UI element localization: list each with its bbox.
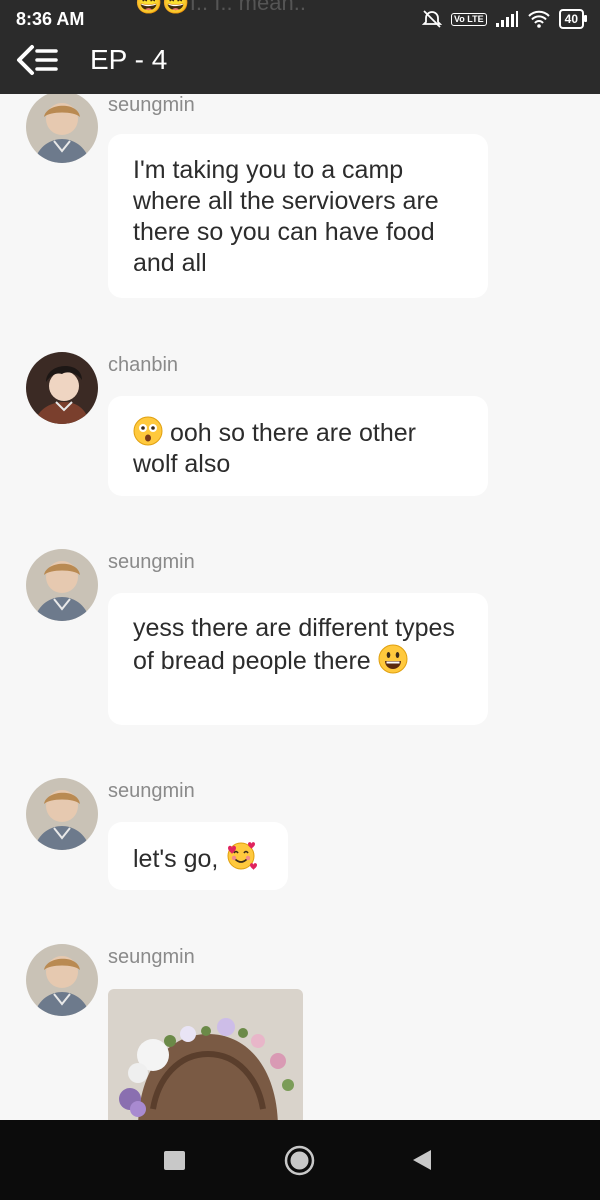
back-menu-button[interactable]: [14, 40, 62, 80]
page-title: EP - 4: [90, 44, 168, 75]
avatar-seungmin[interactable]: [26, 94, 98, 163]
message-bubble[interactable]: I'm taking you to a camp where all the s…: [108, 134, 488, 298]
sender-name: chanbin: [108, 354, 179, 376]
message-text: I'm taking you to a camp where all the s…: [133, 156, 439, 277]
message-text: let's go,: [133, 845, 219, 873]
avatar-seungmin[interactable]: [26, 549, 98, 621]
flower-crown-photo[interactable]: [108, 989, 303, 1120]
alarm-off-icon: [421, 8, 443, 30]
signal-icon: [495, 10, 519, 28]
home-icon: [284, 1145, 315, 1176]
battery-icon: 40: [558, 9, 588, 29]
chat-area[interactable]: seungmin I'm taking you to a camp where …: [0, 94, 600, 1120]
back-nav-button[interactable]: [412, 1149, 432, 1176]
sender-name: seungmin: [108, 551, 195, 573]
status-time: 8:36 AM: [16, 9, 85, 29]
message-bubble[interactable]: let's go,: [108, 822, 288, 890]
message-text: ooh so there are other wolf also: [133, 419, 416, 478]
back-menu-icon: [17, 45, 58, 75]
app-header: 😄😄I.. I.. mean.. 8:36 AM Vo LTE 40 EP - …: [0, 0, 600, 94]
system-nav-bar: [0, 1120, 600, 1200]
grinning-face-emoji: [378, 644, 408, 674]
wifi-icon: [527, 9, 551, 29]
message-bubble[interactable]: yess there are different types of bread …: [108, 593, 488, 725]
home-button[interactable]: [284, 1145, 315, 1181]
astonished-face-emoji: [133, 416, 163, 446]
message-bubble[interactable]: ooh so there are other wolf also: [108, 396, 488, 496]
avatar-seungmin[interactable]: [26, 944, 98, 1016]
recent-apps-icon: [164, 1151, 185, 1170]
sender-name: seungmin: [108, 94, 195, 116]
avatar-seungmin[interactable]: [26, 778, 98, 850]
header-nav: EP - 4: [14, 40, 167, 80]
sender-name: seungmin: [108, 946, 195, 968]
avatar-chanbin[interactable]: [26, 352, 98, 424]
status-bar: 😄😄I.. I.. mean.. 8:36 AM Vo LTE 40: [0, 0, 600, 38]
back-triangle-icon: [413, 1150, 431, 1170]
status-icons: Vo LTE 40: [421, 8, 588, 30]
scrolled-text-behind: 😄😄I.. I.. mean..: [135, 0, 306, 15]
smiling-face-with-hearts-emoji: [225, 840, 258, 870]
recent-apps-button[interactable]: [164, 1151, 185, 1175]
volte-icon: Vo LTE: [450, 12, 487, 26]
sender-name: seungmin: [108, 780, 195, 802]
